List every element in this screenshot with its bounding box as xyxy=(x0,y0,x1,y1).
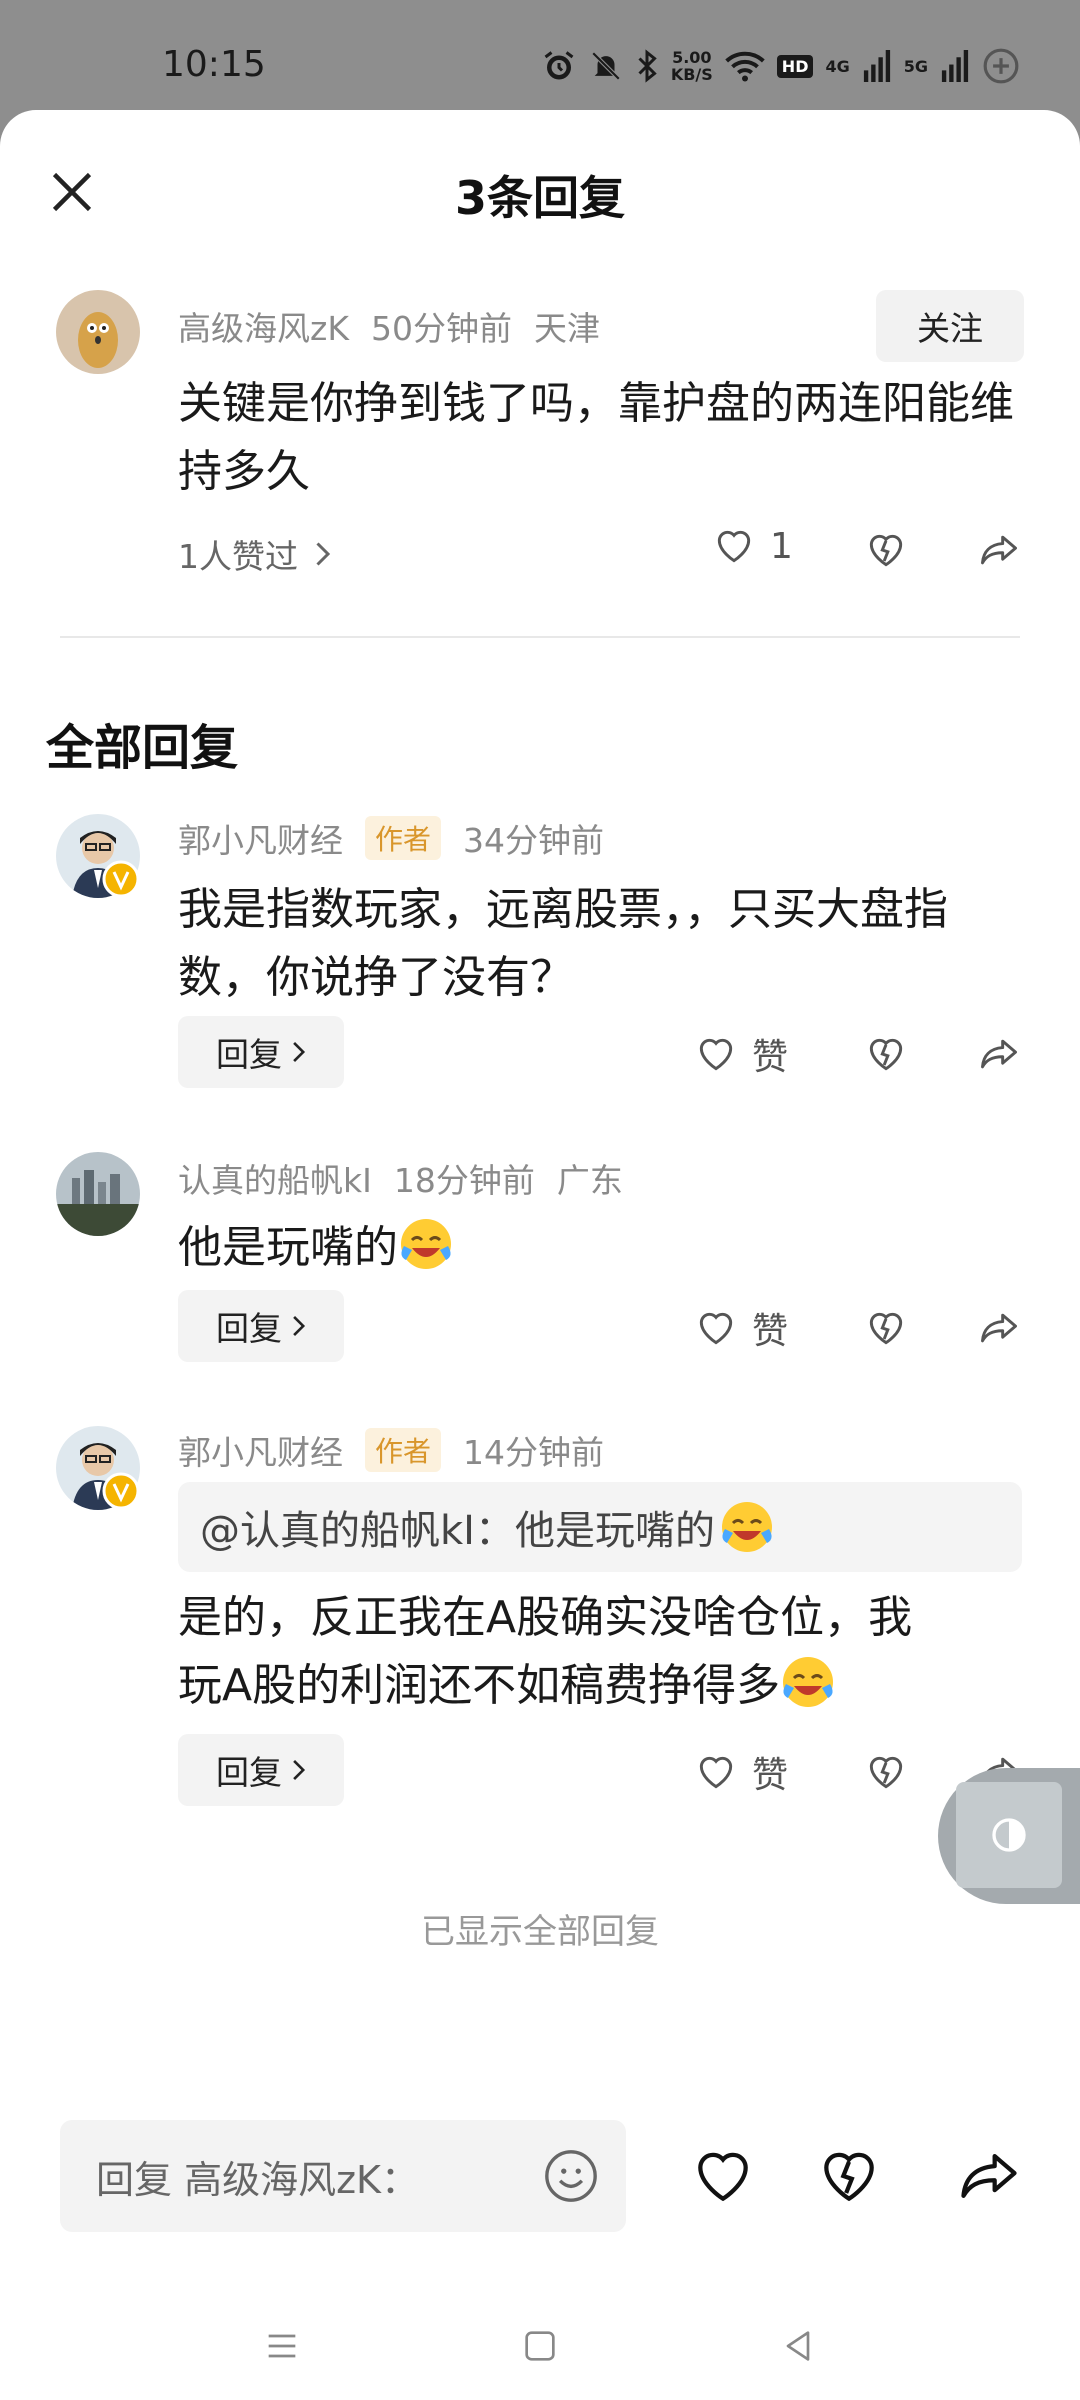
username[interactable]: 认真的船帆kI xyxy=(178,1161,372,1200)
dislike-icon[interactable] xyxy=(864,1306,908,1350)
avatar[interactable] xyxy=(56,1152,140,1236)
laughing-crying-emoji-icon xyxy=(721,1502,772,1552)
heart-icon xyxy=(717,530,751,563)
reply-button-label: 回复 xyxy=(216,1753,282,1792)
comment-meta: 高级海风zK 50分钟前 天津 xyxy=(178,302,622,350)
location: 天津 xyxy=(533,309,600,348)
location: 广东 xyxy=(556,1161,623,1200)
like-label: 赞 xyxy=(752,1755,789,1796)
replies-sheet: 3条回复 高级海风zK 50分钟前 天津 关注 关键是你挣到钱了吗，靠护盘的两连阳能… xyxy=(0,110,1080,2400)
timestamp: 14分钟前 xyxy=(463,1433,605,1472)
username[interactable]: 郭小凡财经 xyxy=(178,821,343,860)
laughing-crying-emoji-icon xyxy=(783,1657,834,1707)
share-icon[interactable] xyxy=(976,528,1022,572)
status-bar: 10:15 5.00 KB/S HD 4G 5G xyxy=(0,0,1080,110)
wifi-icon xyxy=(725,51,765,82)
chevron-right-icon xyxy=(293,1041,306,1063)
username[interactable]: 高级海风zK xyxy=(178,309,349,348)
heart-icon[interactable] xyxy=(688,2142,758,2210)
share-icon[interactable] xyxy=(976,1032,1022,1076)
chevron-right-icon xyxy=(316,542,331,566)
heart-icon xyxy=(699,1038,733,1071)
floating-assist-inner xyxy=(956,1782,1062,1888)
reply-meta: 认真的船帆kI 18分钟前 广东 xyxy=(178,1154,645,1202)
author-badge: 作者 xyxy=(365,816,442,860)
like-button[interactable]: 赞 xyxy=(694,1028,788,1080)
author-badge: 作者 xyxy=(365,1428,442,1472)
emoji-icon[interactable] xyxy=(542,2147,600,2205)
verified-badge-icon xyxy=(102,1472,140,1510)
reply-text: 是的，反正我在A股确实没啥仓位，我 玩A股的利润还不如稿费挣得多 xyxy=(178,1584,1028,1720)
system-nav-bar xyxy=(0,2300,1080,2400)
like-button[interactable]: 1 xyxy=(712,524,793,568)
section-title: 全部回复 xyxy=(46,720,239,776)
like-label: 赞 xyxy=(752,1037,789,1078)
contrast-icon xyxy=(992,1818,1026,1852)
bluetooth-icon xyxy=(638,49,657,83)
verified-badge-icon xyxy=(102,860,140,898)
dislike-icon[interactable] xyxy=(864,1750,908,1794)
quoted-reply-text: @认真的船帆kI：他是玩嘴的 xyxy=(200,1508,715,1554)
reply-button[interactable]: 回复 xyxy=(178,1734,344,1806)
dislike-icon[interactable] xyxy=(814,2142,884,2210)
back-icon[interactable] xyxy=(778,2326,818,2366)
reply-meta: 郭小凡财经 作者 34分钟前 xyxy=(178,814,626,862)
reply-text-line: 是的，反正我在A股确实没啥仓位，我 xyxy=(178,1592,913,1643)
timestamp: 34分钟前 xyxy=(463,821,605,860)
network-type-2: 5G xyxy=(903,56,928,76)
share-icon[interactable] xyxy=(976,1306,1022,1350)
likes-link[interactable]: 1人赞过 xyxy=(178,530,332,578)
timestamp: 18分钟前 xyxy=(393,1161,535,1200)
status-icons: 5.00 KB/S HD 4G 5G xyxy=(541,44,1020,88)
page-title: 3条回复 xyxy=(454,171,625,225)
like-label: 赞 xyxy=(752,1311,789,1352)
signal-icon-2 xyxy=(941,50,969,82)
like-count: 1 xyxy=(770,525,793,567)
reply-button-label: 回复 xyxy=(216,1309,282,1348)
quoted-reply[interactable]: @认真的船帆kI：他是玩嘴的 xyxy=(178,1482,1022,1572)
menu-icon[interactable] xyxy=(262,2326,302,2366)
reply-text: 他是玩嘴的 xyxy=(178,1214,1028,1282)
reply-text: 我是指数玩家，远离股票，，只买大盘指数，你说挣了没有？ xyxy=(178,884,948,1003)
share-icon[interactable] xyxy=(952,2142,1026,2210)
reply-text-line: 玩A股的利润还不如稿费挣得多 xyxy=(178,1660,781,1711)
heart-icon xyxy=(699,1312,733,1345)
status-time: 10:15 xyxy=(162,44,266,85)
reply-button[interactable]: 回复 xyxy=(178,1016,344,1088)
home-icon[interactable] xyxy=(520,2326,560,2366)
dislike-icon[interactable] xyxy=(864,528,908,572)
dislike-icon[interactable] xyxy=(864,1032,908,1076)
like-button[interactable]: 赞 xyxy=(694,1746,788,1798)
chevron-right-icon xyxy=(293,1759,306,1781)
reply-button[interactable]: 回复 xyxy=(178,1290,344,1362)
mute-bell-icon xyxy=(591,51,621,81)
follow-button[interactable]: 关注 xyxy=(876,290,1024,362)
signal-icon-1 xyxy=(863,50,890,82)
laughing-crying-emoji-icon xyxy=(401,1219,451,1269)
alarm-icon xyxy=(544,51,574,80)
floating-assist-button[interactable] xyxy=(938,1768,1080,1904)
reply-input-placeholder: 回复 高级海风zK： xyxy=(96,2157,419,2202)
comment-text: 关键是你挣到钱了吗，靠护盘的两连阳能维持多久 xyxy=(178,378,1014,497)
heart-icon xyxy=(699,1756,733,1789)
reply-button-label: 回复 xyxy=(216,1035,282,1074)
divider xyxy=(60,636,1020,638)
battery-icon xyxy=(983,48,1019,84)
chevron-right-icon xyxy=(293,1315,306,1337)
network-type-1: 4G xyxy=(825,56,850,76)
net-speed: 5.00 KB/S xyxy=(670,48,713,84)
timestamp: 50分钟前 xyxy=(370,309,512,348)
reply-text-content: 他是玩嘴的 xyxy=(178,1222,398,1273)
like-button[interactable]: 赞 xyxy=(694,1302,788,1354)
likes-link-label: 1人赞过 xyxy=(178,537,298,576)
hd-badge: HD xyxy=(776,54,814,78)
reply-input[interactable]: 回复 高级海风zK： xyxy=(60,2120,626,2232)
reply-meta: 郭小凡财经 作者 14分钟前 xyxy=(178,1426,626,1474)
avatar[interactable] xyxy=(56,290,140,374)
all-replies-shown-text: 已显示全部回复 xyxy=(421,1912,659,1952)
username[interactable]: 郭小凡财经 xyxy=(178,1433,343,1472)
